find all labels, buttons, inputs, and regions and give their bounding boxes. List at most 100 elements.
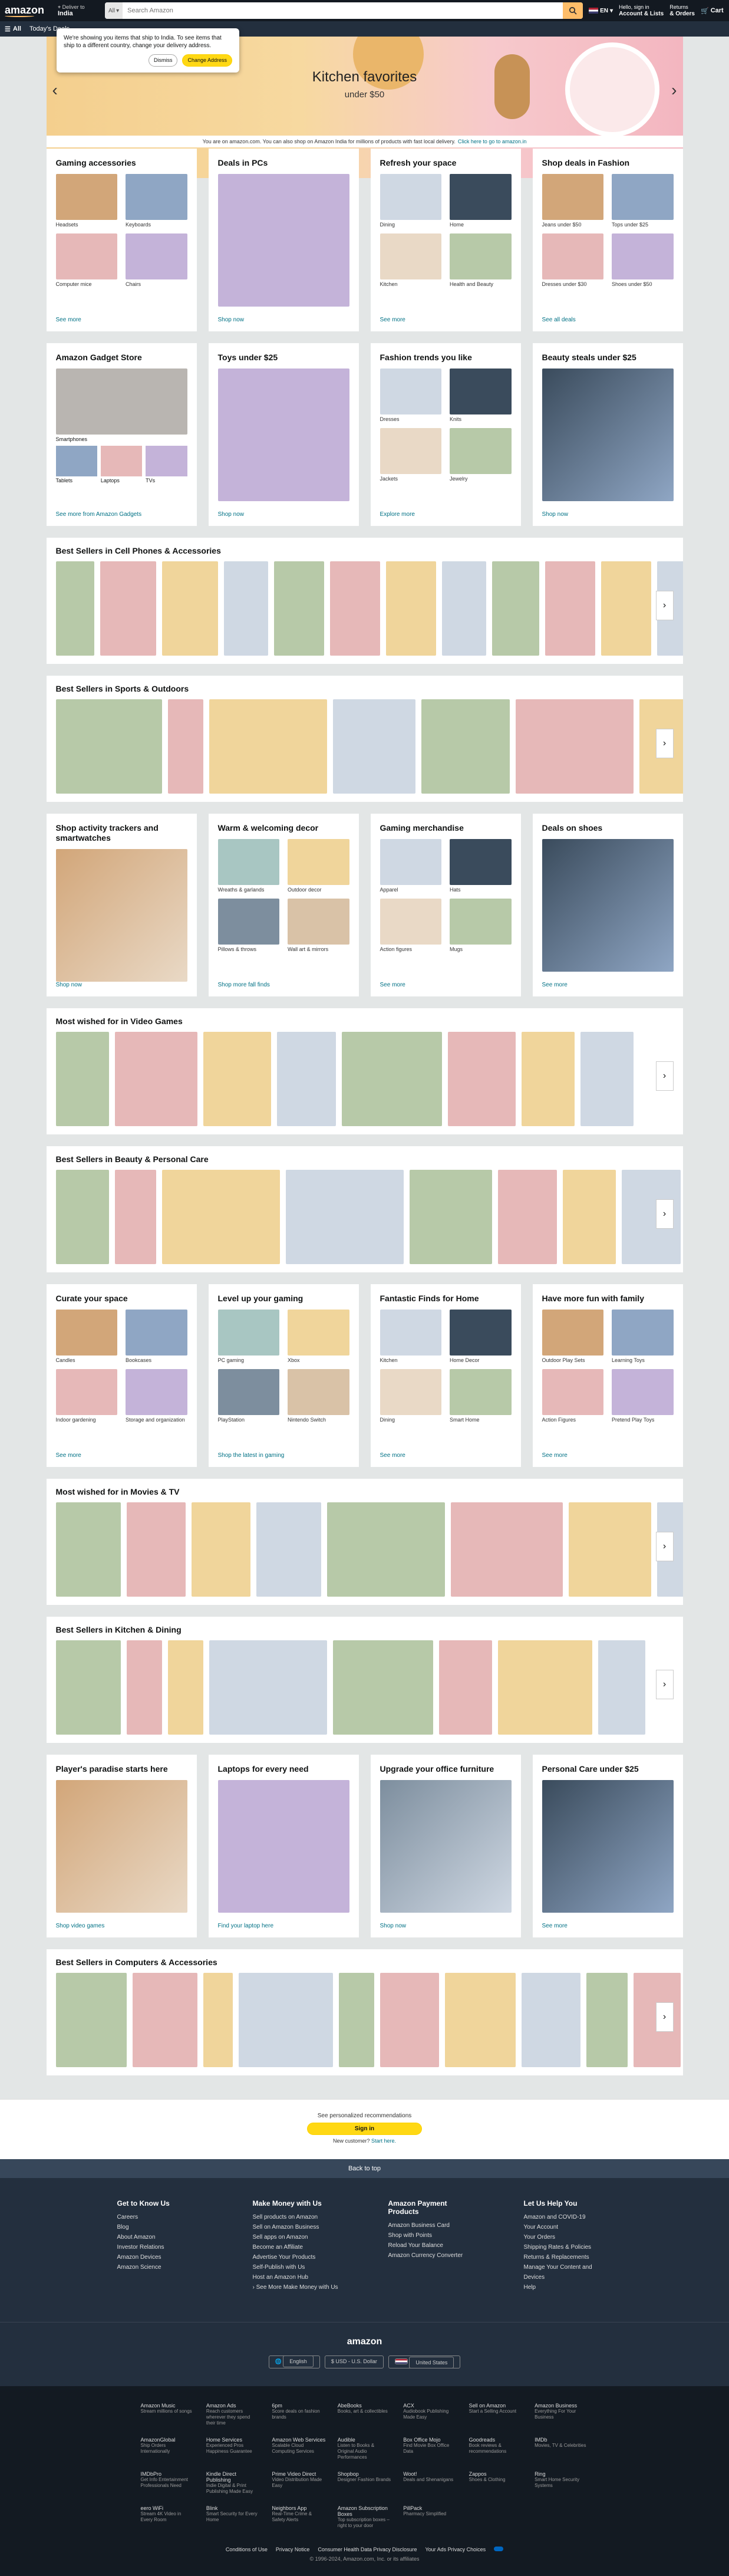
service-amazonglobal[interactable]: AmazonGlobal Ship Orders Internationally: [141, 2437, 194, 2460]
footer-link[interactable]: Your Orders: [524, 2232, 612, 2242]
card-image[interactable]: [55, 849, 187, 982]
card-footer-link[interactable]: Shop the latest in gaming: [218, 1452, 349, 1459]
product-image[interactable]: [598, 1640, 645, 1735]
card-footer-link[interactable]: Shop now: [218, 511, 349, 518]
footer-link[interactable]: Your Account: [524, 2222, 612, 2232]
service-amazon-music[interactable]: Amazon Music Stream millions of songs: [141, 2403, 194, 2426]
card-footer-link[interactable]: See more: [56, 1452, 187, 1459]
product-image[interactable]: [100, 561, 156, 656]
tile-home[interactable]: Home: [450, 174, 512, 228]
footer-link[interactable]: About Amazon: [117, 2232, 206, 2242]
cart-button[interactable]: 🛒 Cart: [701, 7, 724, 15]
product-image[interactable]: [492, 561, 539, 656]
service-imdb[interactable]: IMDb Movies, TV & Celebrities: [535, 2437, 588, 2460]
product-image[interactable]: [273, 561, 324, 656]
product-image[interactable]: [167, 1640, 203, 1735]
tile-dining[interactable]: Dining: [380, 1369, 441, 1423]
tile-pc-gaming[interactable]: PC gaming: [217, 1310, 279, 1363]
legal-link-your-ads-privacy-choices[interactable]: Your Ads Privacy Choices: [425, 2547, 486, 2552]
tile-dresses[interactable]: Dresses: [380, 369, 441, 422]
service-imdbpro[interactable]: IMDbPro Get Info Entertainment Profession…: [141, 2471, 194, 2495]
tile-tops-under-25[interactable]: Tops under $25: [612, 174, 674, 228]
dismiss-button[interactable]: Dismiss: [148, 54, 178, 67]
product-image[interactable]: [497, 1640, 592, 1735]
service-neighbors-app[interactable]: Neighbors App Real-Time Crime & Safety Al…: [272, 2505, 325, 2529]
product-image[interactable]: [209, 699, 327, 794]
tile-jeans-under-50[interactable]: Jeans under $50: [542, 174, 603, 228]
product-image[interactable]: [409, 1170, 492, 1264]
service-6pm[interactable]: 6pm Score deals on fashion brands: [272, 2403, 325, 2426]
product-image[interactable]: [385, 561, 436, 656]
tile-action-figures[interactable]: Action Figures: [542, 1369, 603, 1423]
start-here-link[interactable]: Start here.: [371, 2138, 396, 2144]
product-image[interactable]: [161, 561, 218, 656]
card-footer-link[interactable]: See more: [542, 982, 674, 988]
footer-amazon-logo[interactable]: amazon: [0, 2337, 729, 2347]
card-footer-link[interactable]: See more: [56, 317, 187, 323]
product-image[interactable]: [55, 1973, 127, 2067]
card-footer-link[interactable]: Shop now: [542, 511, 674, 518]
card-image[interactable]: [542, 839, 674, 972]
service-kindle-direct-publishing[interactable]: Kindle Direct Publishing Indie Digital & …: [206, 2471, 260, 2495]
service-abebooks[interactable]: AbeBooks Books, art & collectibles: [338, 2403, 391, 2426]
tile-tablets[interactable]: Tablets: [55, 446, 97, 483]
card-footer-link[interactable]: See more from Amazon Gadgets: [56, 511, 187, 518]
service-prime-video-direct[interactable]: Prime Video Direct Video Distribution Mad…: [272, 2471, 325, 2495]
product-image[interactable]: [203, 1032, 271, 1126]
card-image[interactable]: [55, 1780, 187, 1913]
product-image[interactable]: [55, 1170, 109, 1264]
footer-currency-select[interactable]: $ USD - U.S. Dollar: [324, 2355, 384, 2368]
service-amazon-web-services[interactable]: Amazon Web Services Scalable Cloud Comput…: [272, 2437, 325, 2460]
card-footer-link[interactable]: See all deals: [542, 317, 674, 323]
product-image[interactable]: [223, 561, 268, 656]
legal-link-conditions-of-use[interactable]: Conditions of Use: [226, 2547, 268, 2552]
card-footer-link[interactable]: Find your laptop here: [218, 1923, 349, 1929]
service-woot[interactable]: Woot! Deals and Shenanigans: [403, 2471, 457, 2495]
tile-wall-art-mirrors[interactable]: Wall art & mirrors: [288, 899, 349, 952]
footer-link[interactable]: Advertise Your Products: [253, 2252, 341, 2262]
product-image[interactable]: [191, 1502, 250, 1597]
legal-link-privacy-notice[interactable]: Privacy Notice: [276, 2547, 310, 2552]
tile-outdoor-play-sets[interactable]: Outdoor Play Sets: [542, 1310, 603, 1363]
account-lists[interactable]: Hello, sign in Account & Lists: [619, 4, 664, 17]
service-eero-wifi[interactable]: eero WiFi Stream 4K Video in Every Room: [141, 2505, 194, 2529]
amazon-logo[interactable]: amazon: [5, 4, 52, 17]
tile-label[interactable]: Smartphones: [56, 436, 187, 442]
card-footer-link[interactable]: Shop now: [218, 317, 349, 323]
service-amazon-ads[interactable]: Amazon Ads Reach customers wherever they …: [206, 2403, 260, 2426]
scroll-right-button[interactable]: ›: [655, 591, 674, 620]
footer-link[interactable]: Manage Your Content and Devices: [524, 2262, 612, 2282]
footer-link[interactable]: Amazon Currency Converter: [388, 2251, 477, 2261]
card-image[interactable]: [217, 369, 349, 501]
card-image[interactable]: [380, 1780, 512, 1913]
search-button[interactable]: [563, 2, 583, 19]
footer-link[interactable]: Sell products on Amazon: [253, 2212, 341, 2222]
footer-link[interactable]: Returns & Replacements: [524, 2252, 612, 2262]
search-input[interactable]: [123, 2, 563, 19]
footer-link[interactable]: Shipping Rates & Policies: [524, 2242, 612, 2252]
tile-mugs[interactable]: Mugs: [450, 899, 512, 952]
tile-storage-and-organization[interactable]: Storage and organization: [126, 1369, 187, 1423]
tile-knits[interactable]: Knits: [450, 369, 512, 422]
service-sell-on-amazon[interactable]: Sell on Amazon Start a Selling Account: [469, 2403, 523, 2426]
tile-learning-toys[interactable]: Learning Toys: [612, 1310, 674, 1363]
footer-link[interactable]: Amazon Science: [117, 2262, 206, 2272]
footer-language-select[interactable]: 🌐 English: [268, 2355, 320, 2368]
product-image[interactable]: [114, 1170, 156, 1264]
footer-country-select[interactable]: United States: [388, 2355, 461, 2368]
service-home-services[interactable]: Home Services Experienced Pros Happiness …: [206, 2437, 260, 2460]
language-selector[interactable]: EN ▾: [589, 8, 613, 14]
card-image[interactable]: [542, 1780, 674, 1913]
signin-button[interactable]: Sign in: [306, 2123, 423, 2135]
card-footer-link[interactable]: See more: [380, 982, 512, 988]
product-image[interactable]: [161, 1170, 280, 1264]
product-image[interactable]: [203, 1973, 233, 2067]
product-image[interactable]: [126, 1502, 186, 1597]
footer-link[interactable]: Reload Your Balance: [388, 2241, 477, 2251]
tile-smart-home[interactable]: Smart Home: [450, 1369, 512, 1423]
footer-link[interactable]: Careers: [117, 2212, 206, 2222]
tile-nintendo-switch[interactable]: Nintendo Switch: [288, 1369, 349, 1423]
tile-pretend-play-toys[interactable]: Pretend Play Toys: [612, 1369, 674, 1423]
product-image[interactable]: [238, 1973, 333, 2067]
tile-playstation[interactable]: PlayStation: [217, 1369, 279, 1423]
